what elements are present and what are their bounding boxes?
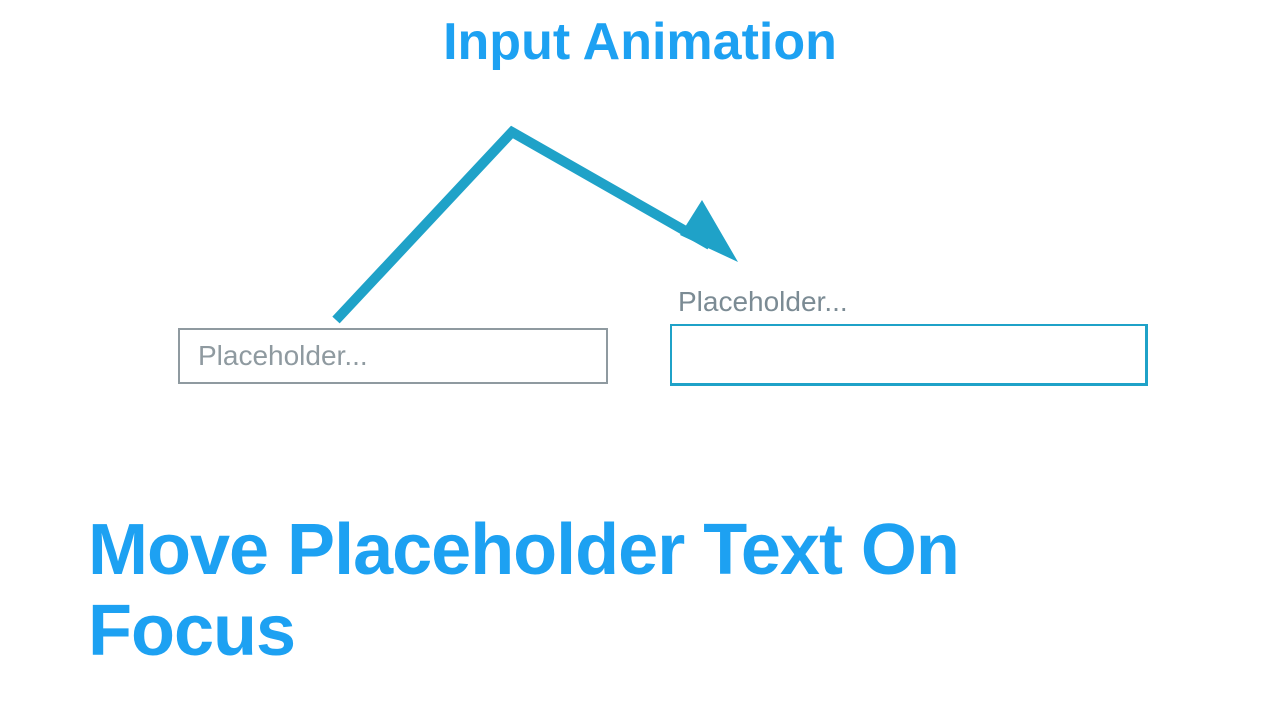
floating-label: Placeholder... (678, 286, 1148, 318)
input-focused-box[interactable] (670, 324, 1148, 386)
input-default-state[interactable]: Placeholder... (178, 328, 608, 384)
input-focused-state: Placeholder... (670, 286, 1148, 386)
page-title: Input Animation (0, 12, 1280, 72)
subtitle-line-1: Move Placeholder Text On (88, 510, 959, 591)
placeholder-text: Placeholder... (198, 340, 368, 372)
subtitle-line-2: Focus (88, 591, 959, 672)
subtitle: Move Placeholder Text On Focus (88, 510, 959, 671)
